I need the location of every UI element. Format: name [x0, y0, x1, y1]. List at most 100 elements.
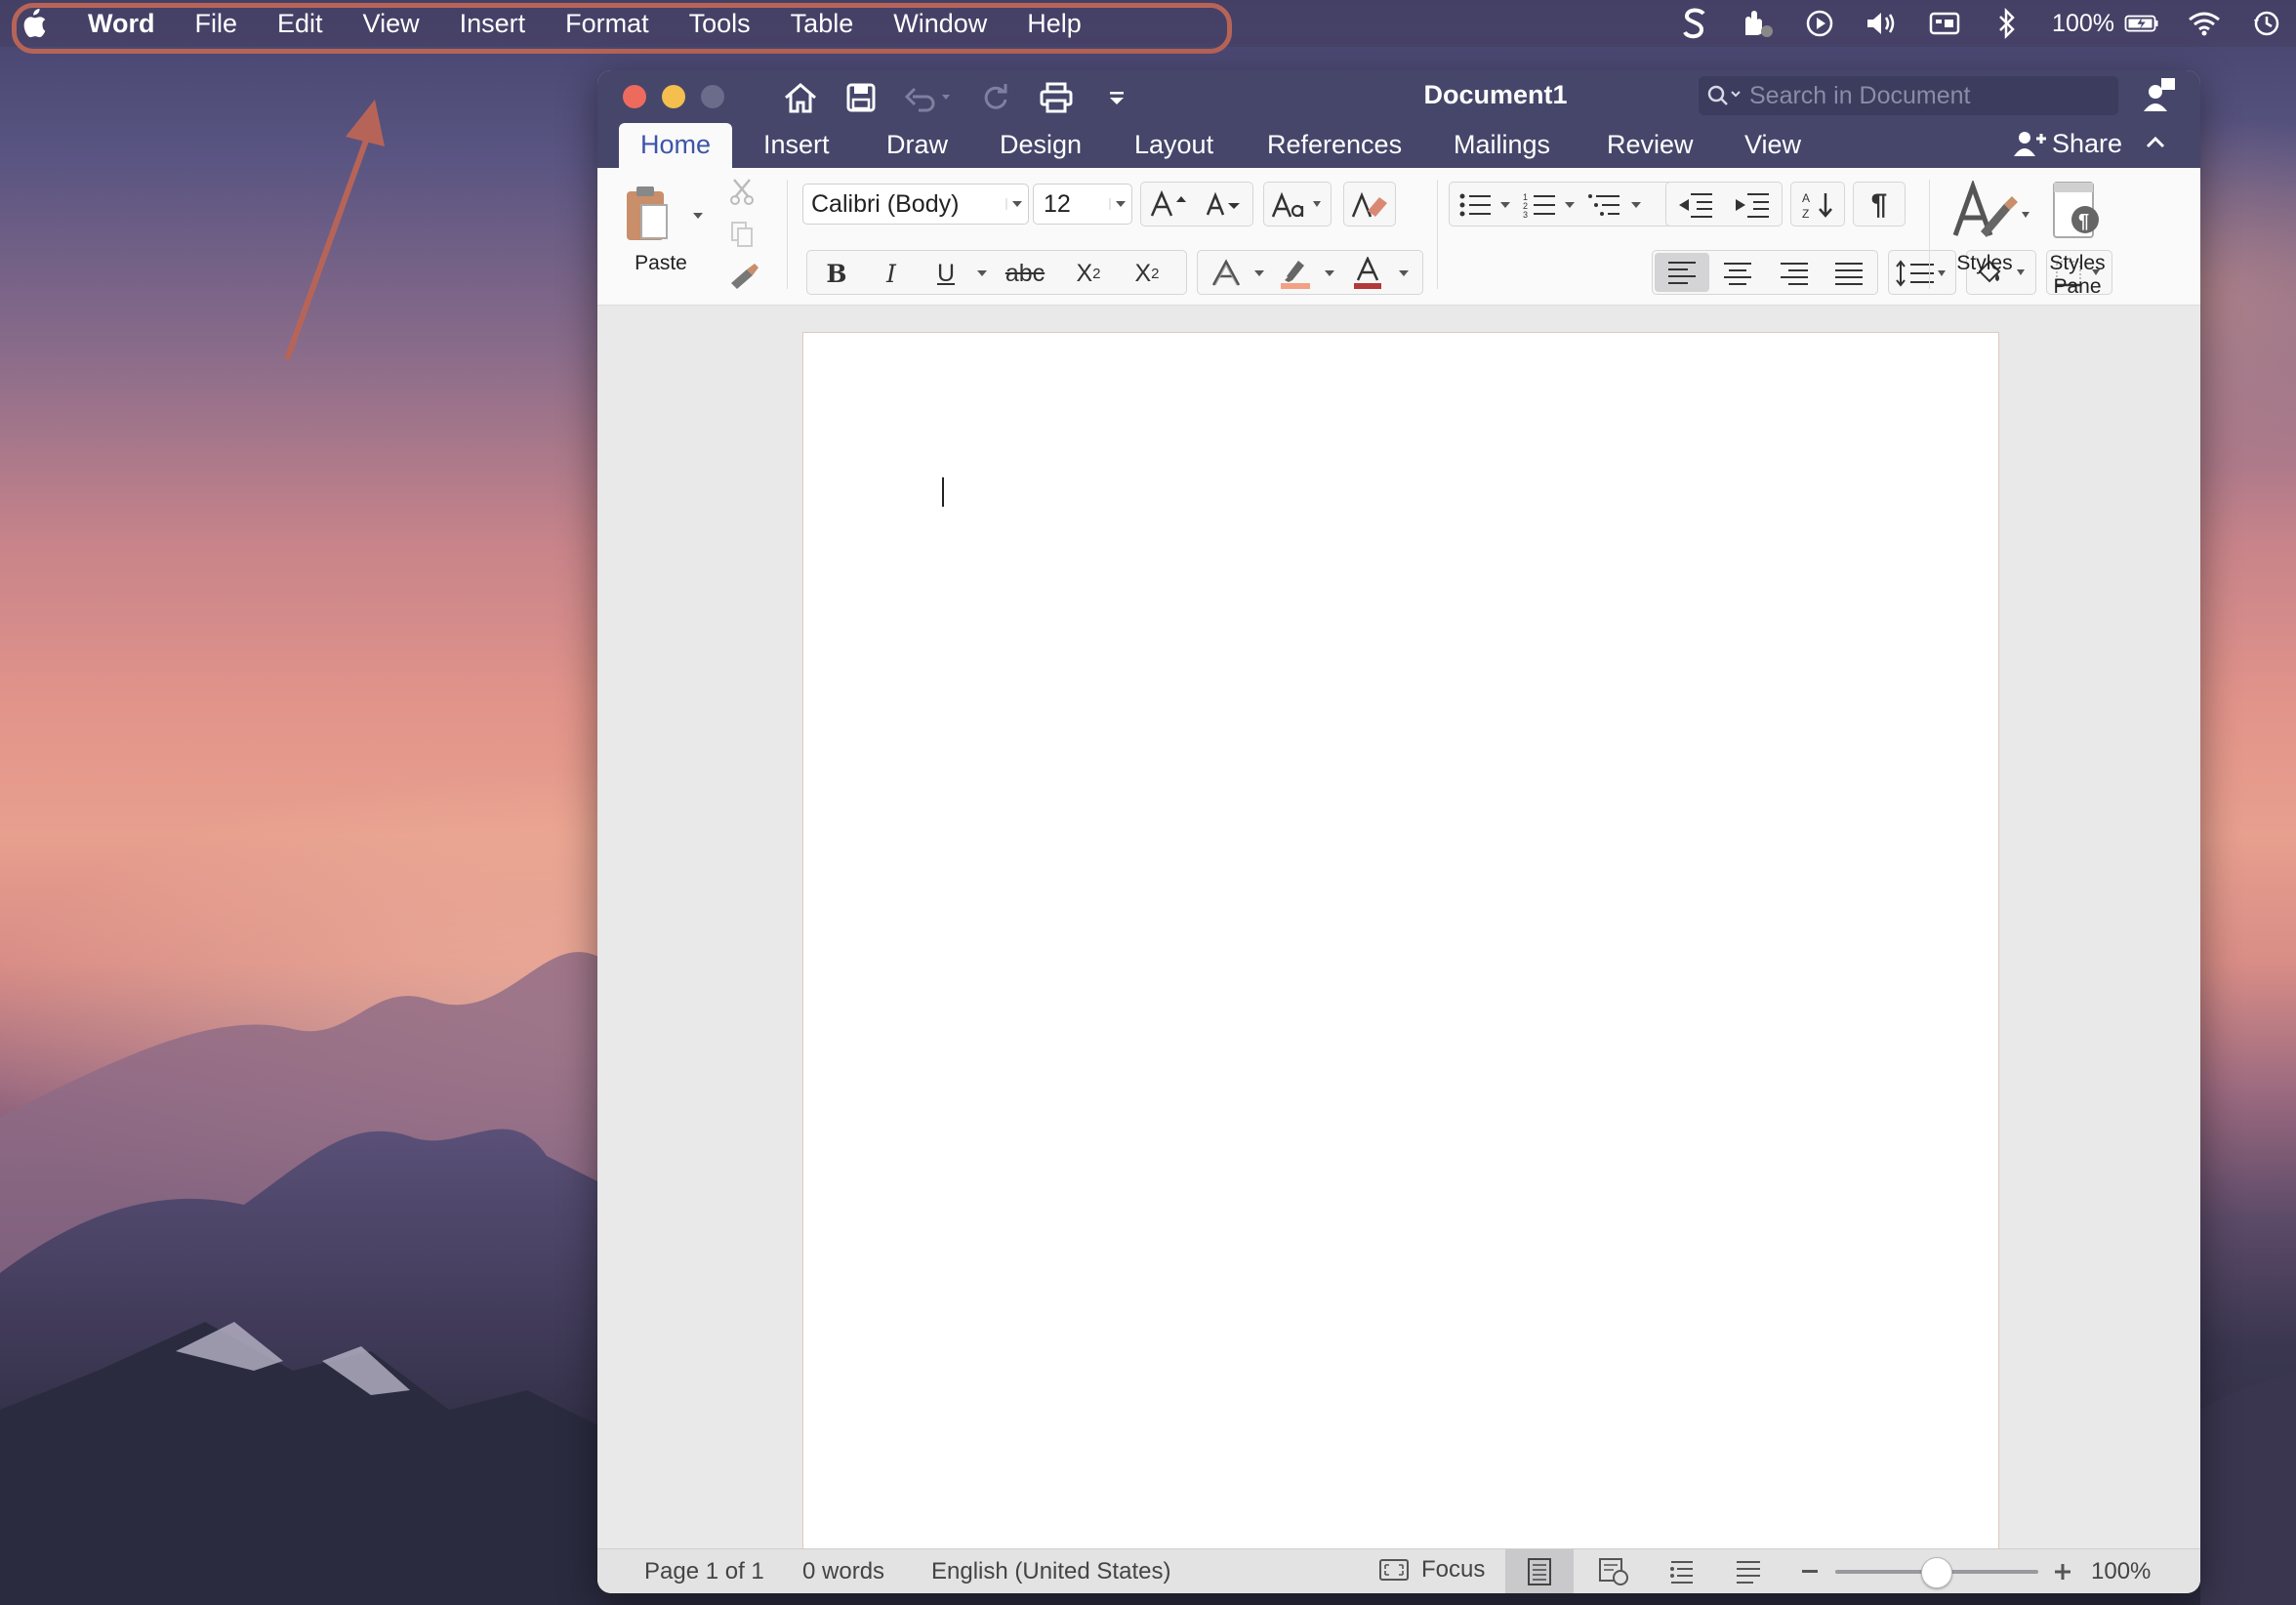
- copy-icon[interactable]: [726, 219, 758, 250]
- tab-design[interactable]: Design: [1000, 123, 1082, 168]
- subscript-button[interactable]: X2: [1061, 255, 1116, 292]
- language[interactable]: English (United States): [931, 1558, 1170, 1585]
- bold-button[interactable]: B: [811, 255, 862, 292]
- zoom-in-icon[interactable]: [2052, 1561, 2073, 1583]
- align-right-icon[interactable]: [1768, 255, 1821, 292]
- time-machine-icon[interactable]: [2249, 6, 2284, 41]
- document-page[interactable]: [802, 332, 1999, 1593]
- redo-icon[interactable]: [976, 78, 1015, 117]
- text-effects-dropdown-icon[interactable]: [1252, 268, 1266, 278]
- underline-dropdown-icon[interactable]: [975, 268, 989, 278]
- hand-toggle-icon[interactable]: [1740, 6, 1775, 41]
- highlight-dropdown-icon[interactable]: [1323, 268, 1336, 278]
- home-icon[interactable]: [781, 78, 820, 117]
- bluetooth-icon[interactable]: [1989, 6, 2025, 41]
- zoom-level[interactable]: 100%: [2091, 1558, 2151, 1585]
- align-center-icon[interactable]: [1711, 255, 1764, 292]
- battery-percentage: 100%: [2052, 9, 2114, 37]
- italic-button[interactable]: I: [866, 255, 917, 292]
- decrease-indent-icon[interactable]: [1670, 186, 1721, 224]
- font-size-field[interactable]: 12: [1033, 184, 1132, 225]
- justify-icon[interactable]: [1823, 255, 1875, 292]
- undo-icon[interactable]: [902, 78, 955, 117]
- numbering-dropdown-icon[interactable]: [1563, 200, 1577, 210]
- account-icon[interactable]: [2142, 76, 2177, 118]
- tab-review[interactable]: Review: [1607, 123, 1694, 168]
- styles-gallery-icon[interactable]: [1948, 178, 2036, 246]
- font-color-dropdown-icon[interactable]: [1397, 268, 1411, 278]
- strikethrough-button[interactable]: abc: [995, 255, 1055, 292]
- font-name-field[interactable]: Calibri (Body): [802, 184, 1029, 225]
- pilcrow-icon: ¶: [1870, 188, 1888, 221]
- styles-pane-label: Styles Pane: [2029, 252, 2126, 299]
- highlight-icon[interactable]: [1270, 255, 1321, 292]
- input-source-icon[interactable]: [1927, 6, 1962, 41]
- volume-icon[interactable]: [1865, 6, 1900, 41]
- bullets-dropdown-icon[interactable]: [1498, 200, 1512, 210]
- text-effects-icon[interactable]: [1202, 255, 1250, 292]
- superscript-mark: 2: [1151, 265, 1160, 282]
- focus-icon: [1379, 1559, 1409, 1581]
- zoom-button[interactable]: [701, 85, 724, 108]
- increase-indent-icon[interactable]: [1727, 186, 1778, 224]
- styles-pane-label-line1: Styles: [2049, 252, 2106, 274]
- styles-pane-icon[interactable]: ¶: [2048, 176, 2107, 246]
- format-painter-icon[interactable]: [726, 260, 761, 293]
- sort-button[interactable]: AZ: [1790, 182, 1845, 226]
- outline-view-icon[interactable]: [1667, 1558, 1697, 1585]
- tab-mailings[interactable]: Mailings: [1454, 123, 1550, 168]
- document-title: Document1: [1423, 80, 1568, 109]
- cut-icon[interactable]: [726, 176, 758, 207]
- show-formatting-button[interactable]: ¶: [1853, 182, 1906, 226]
- wifi-icon[interactable]: [2187, 6, 2222, 41]
- save-icon[interactable]: [841, 78, 881, 117]
- tab-references[interactable]: References: [1267, 123, 1402, 168]
- battery-icon[interactable]: [2124, 6, 2159, 41]
- zoom-out-icon[interactable]: [1800, 1569, 1820, 1575]
- align-left-icon[interactable]: [1655, 253, 1709, 292]
- font-size-dropdown-icon: [1109, 198, 1126, 210]
- zoom-slider-thumb[interactable]: [1921, 1557, 1952, 1588]
- search-box[interactable]: Search in Document: [1699, 76, 2118, 115]
- paste-dropdown-icon[interactable]: [691, 211, 705, 221]
- text-cursor: [942, 477, 944, 507]
- superscript-button[interactable]: X2: [1120, 255, 1174, 292]
- word-count[interactable]: 0 words: [802, 1558, 884, 1585]
- focus-button[interactable]: Focus: [1378, 1556, 1485, 1584]
- play-icon[interactable]: [1802, 6, 1837, 41]
- scrivener-icon[interactable]: [1677, 6, 1712, 41]
- change-case-button[interactable]: [1263, 182, 1332, 226]
- sort-icon: AZ: [1795, 186, 1840, 224]
- numbering-icon[interactable]: 123: [1518, 186, 1561, 224]
- bullets-icon[interactable]: [1454, 186, 1496, 224]
- tab-insert[interactable]: Insert: [763, 123, 830, 168]
- print-layout-icon[interactable]: [1525, 1557, 1554, 1586]
- print-icon[interactable]: [1037, 78, 1076, 117]
- grow-font-icon[interactable]: [1145, 186, 1196, 224]
- share-button[interactable]: Share: [2011, 121, 2122, 166]
- web-layout-icon[interactable]: [1597, 1557, 1630, 1586]
- paste-button[interactable]: [621, 182, 676, 246]
- page-count[interactable]: Page 1 of 1: [644, 1558, 764, 1585]
- multilevel-dropdown-icon[interactable]: [1629, 200, 1643, 210]
- font-size-value: 12: [1044, 189, 1071, 218]
- multilevel-list-icon[interactable]: [1582, 186, 1625, 224]
- tab-draw[interactable]: Draw: [886, 123, 948, 168]
- shrink-font-icon[interactable]: [1200, 186, 1250, 224]
- draft-view-icon[interactable]: [1734, 1558, 1763, 1585]
- close-button[interactable]: [623, 85, 646, 108]
- font-name-value: Calibri (Body): [811, 189, 960, 218]
- tab-home[interactable]: Home: [619, 123, 733, 168]
- grow-shrink-font-group: [1140, 182, 1253, 226]
- subscript-letter: X: [1076, 259, 1093, 287]
- svg-text:A: A: [1802, 191, 1810, 205]
- underline-button[interactable]: U: [921, 255, 971, 292]
- collapse-ribbon-icon[interactable]: [2144, 133, 2167, 152]
- clear-formatting-button[interactable]: [1343, 182, 1396, 226]
- tab-layout[interactable]: Layout: [1134, 123, 1213, 168]
- minimize-button[interactable]: [662, 85, 685, 108]
- customize-toolbar-icon[interactable]: [1097, 78, 1136, 117]
- menubar-highlight-annotation: [12, 3, 1232, 54]
- font-color-icon[interactable]: [1342, 255, 1393, 292]
- tab-view[interactable]: View: [1744, 123, 1801, 168]
